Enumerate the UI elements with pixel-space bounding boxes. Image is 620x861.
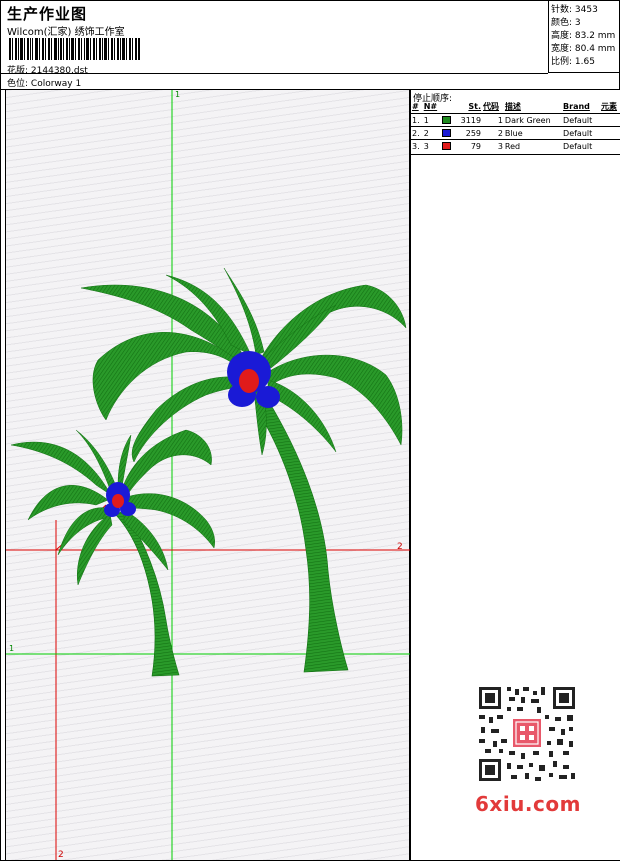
- guide-label-v1: 1: [175, 90, 180, 99]
- row-index: 2.: [411, 126, 423, 140]
- watermark-text: 6xiu.com: [475, 792, 581, 816]
- col-index: #: [412, 102, 419, 111]
- design-stats: 针数: 3453 颜色: 3 高度: 83.2 mm 宽度: 80.4 mm 比…: [548, 1, 620, 73]
- col-needle: N#: [423, 102, 438, 111]
- table-header-row: # N# St. 代码 描述 Brand 元素: [411, 100, 620, 114]
- color-swatch: [442, 116, 452, 124]
- col-brand: Brand: [563, 102, 590, 111]
- thread-table: # N# St. 代码 描述 Brand 元素 1. 1 3119 1 Dark…: [411, 100, 620, 153]
- row-description: Dark Green: [503, 113, 563, 127]
- stat-height: 高度: 83.2 mm: [551, 31, 616, 41]
- table-row: 1. 1 3119 1 Dark Green Default: [411, 113, 620, 127]
- guide-label-h1: 1: [9, 644, 14, 653]
- sheet-title: 生产作业图: [7, 5, 88, 23]
- large-palm-trunk: [255, 399, 349, 673]
- row-code: 1: [482, 113, 504, 127]
- row-description: Red: [503, 139, 563, 153]
- row-brand: Default: [562, 139, 601, 153]
- stat-stitches: 针数: 3453: [551, 5, 598, 15]
- row-code: 2: [482, 126, 504, 140]
- table-row: 3. 3 79 3 Red Default: [411, 139, 620, 153]
- sheet-header: 生产作业图 Wilcom(汇家) 绣饰工作室 花版: 2144380.dst 色…: [1, 1, 620, 90]
- color-swatch: [442, 142, 452, 151]
- stat-width: 宽度: 80.4 mm: [551, 44, 616, 54]
- row-brand: Default: [562, 126, 601, 140]
- barcode: [9, 38, 140, 60]
- row-needle: 1: [422, 113, 442, 127]
- stat-scale: 比例: 1.65: [551, 57, 595, 67]
- guide-label-v2: 2: [58, 850, 64, 860]
- row-description: Blue: [503, 126, 563, 140]
- col-element: 元素: [601, 102, 618, 111]
- design-value: 2144380.dst: [30, 66, 88, 76]
- row-needle: 3: [422, 139, 442, 153]
- colorway-info: 色位: Colorway 1: [7, 76, 81, 89]
- row-index: 1.: [411, 113, 423, 127]
- color-swatch: [442, 129, 452, 137]
- embroidery-preview: 1 1 2 2: [6, 90, 411, 860]
- colorway-value: Colorway 1: [30, 79, 82, 89]
- row-stitches: 3119: [454, 113, 483, 127]
- col-stitches: St.: [468, 102, 482, 111]
- col-swatch: [441, 100, 454, 114]
- row-needle: 2: [422, 126, 442, 140]
- row-stitches: 79: [454, 139, 483, 153]
- col-code: 代码: [483, 102, 500, 111]
- design-info: 花版: 2144380.dst: [7, 63, 88, 76]
- row-code: 3: [482, 139, 504, 153]
- design-canvas: 1 1 2 2: [5, 90, 411, 860]
- colorway-label: 色位:: [7, 79, 29, 89]
- row-brand: Default: [562, 113, 601, 127]
- qr-code: [471, 681, 583, 789]
- production-sheet: 生产作业图 Wilcom(汇家) 绣饰工作室 花版: 2144380.dst 色…: [0, 0, 620, 861]
- guide-label-h2: 2: [397, 542, 403, 552]
- table-row: 2. 2 259 2 Blue Default: [411, 126, 620, 140]
- stat-colors: 颜色: 3: [551, 18, 581, 28]
- company-name: Wilcom(汇家) 绣饰工作室: [7, 27, 125, 38]
- row-stitches: 259: [454, 126, 483, 140]
- design-label: 花版:: [7, 66, 29, 76]
- col-description: 描述: [504, 102, 521, 111]
- row-index: 3.: [411, 139, 423, 153]
- table-bottom-rule: [411, 154, 620, 155]
